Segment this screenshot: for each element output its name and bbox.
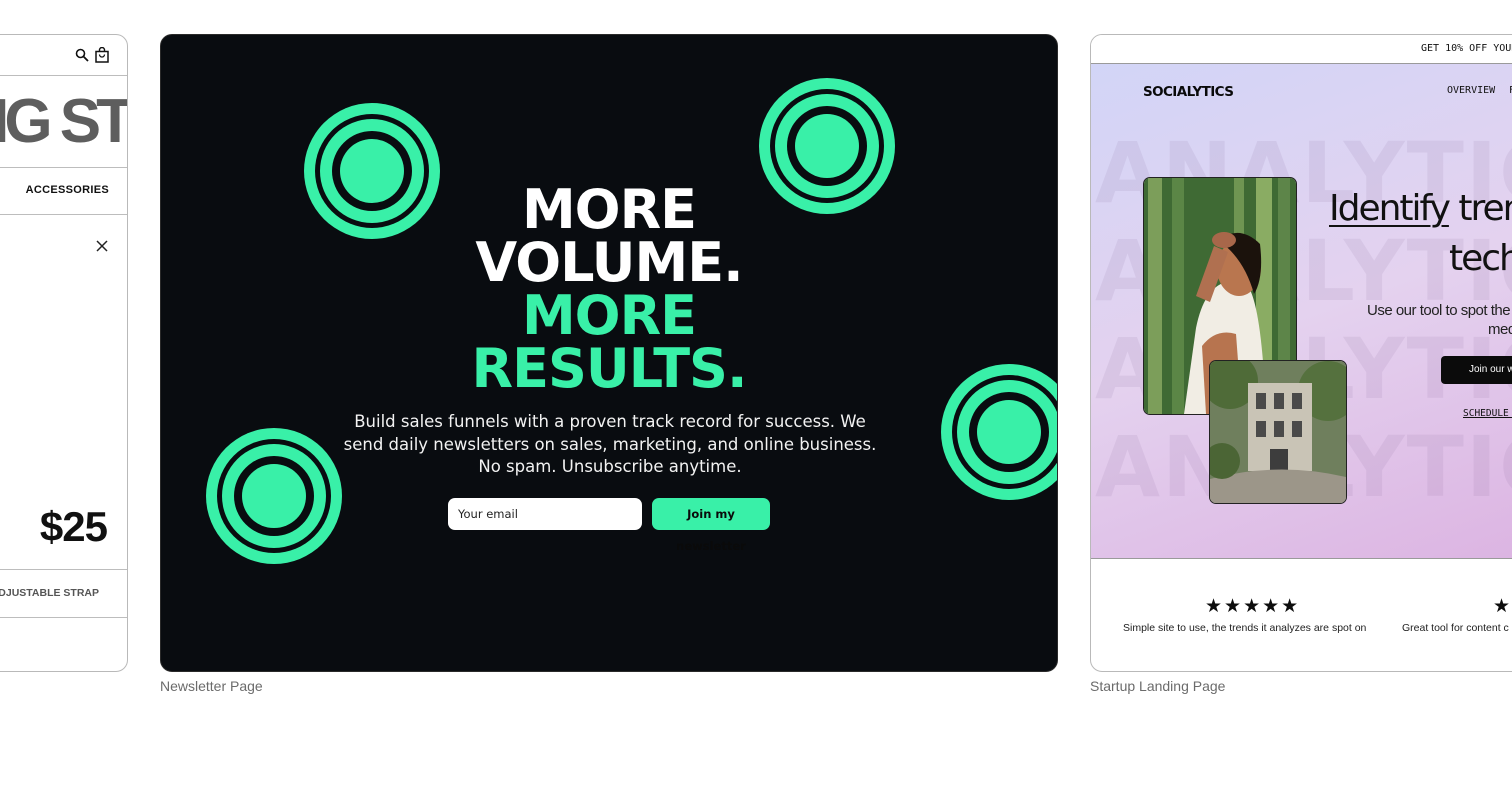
headline-line-accent: MORE	[521, 284, 697, 347]
product-feature-row: DJUSTABLE STRAP	[0, 569, 127, 618]
newsletter-description: Build sales funnels with a proven track …	[343, 412, 877, 476]
announcement-text: GET 10% OFF YOUR F	[1421, 43, 1512, 54]
nav-link-accessories[interactable]: ACCESSORIES	[26, 184, 109, 196]
card-caption[interactable]: Newsletter Page	[160, 678, 263, 694]
decorative-ring-icon	[206, 428, 342, 564]
nav-link-overview[interactable]: OVERVIEW	[1447, 85, 1495, 96]
newsletter-template-card[interactable]: MORE VOLUME. MORE RESULTS. Build sales f…	[160, 34, 1058, 672]
shop-template-card[interactable]: IG ST ACCESSORIES $25 DJUSTABLE STRAP	[0, 34, 128, 672]
hero-lede: Use our tool to spot the h	[1367, 302, 1512, 319]
announcement-bar: GET 10% OFF YOUR F	[1091, 35, 1512, 64]
hero-headline-line2: tech	[1449, 238, 1512, 279]
email-input[interactable]: Your email	[448, 498, 642, 530]
shop-nav: ACCESSORIES	[0, 167, 127, 215]
review-text: Simple site to use, the trends it analyz…	[1123, 622, 1367, 634]
product-feature-text: DJUSTABLE STRAP	[0, 587, 99, 599]
headline-line: VOLUME.	[475, 231, 743, 294]
product-price: $25	[39, 503, 108, 550]
shop-header	[0, 35, 127, 76]
hero-lede-line2: med	[1488, 321, 1512, 338]
rating-stars: ★★★★★	[1205, 596, 1301, 617]
schedule-link[interactable]: SCHEDULE A	[1463, 408, 1512, 419]
search-icon[interactable]	[75, 48, 89, 62]
marquee-banner: IG ST	[0, 75, 127, 168]
newsletter-headline: MORE VOLUME. MORE RESULTS.	[161, 178, 1057, 400]
headline-line: MORE	[521, 178, 697, 241]
join-newsletter-button[interactable]: Join my newsletter	[652, 498, 770, 553]
join-waitlist-button[interactable]: Join our wa	[1441, 356, 1512, 384]
building-photo	[1209, 360, 1347, 504]
startup-template-card[interactable]: GET 10% OFF YOUR F ANALYTICS ANALYTICS A…	[1090, 34, 1512, 672]
headline-line-accent: RESULTS.	[471, 337, 748, 400]
startup-hero: ANALYTICS ANALYTICS ANALYTICS ANALYTICS …	[1091, 64, 1512, 559]
shopping-bag-icon[interactable]	[95, 47, 109, 63]
rating-stars: ★	[1493, 596, 1512, 617]
close-icon[interactable]	[95, 239, 109, 253]
marquee-text: IG ST	[0, 87, 127, 156]
hero-headline: Identify tren	[1329, 188, 1512, 229]
card-caption[interactable]: Startup Landing Page	[1090, 678, 1225, 694]
review-text: Great tool for content c	[1402, 622, 1509, 634]
brand-logo[interactable]: SOCIALYTICS	[1143, 84, 1234, 100]
